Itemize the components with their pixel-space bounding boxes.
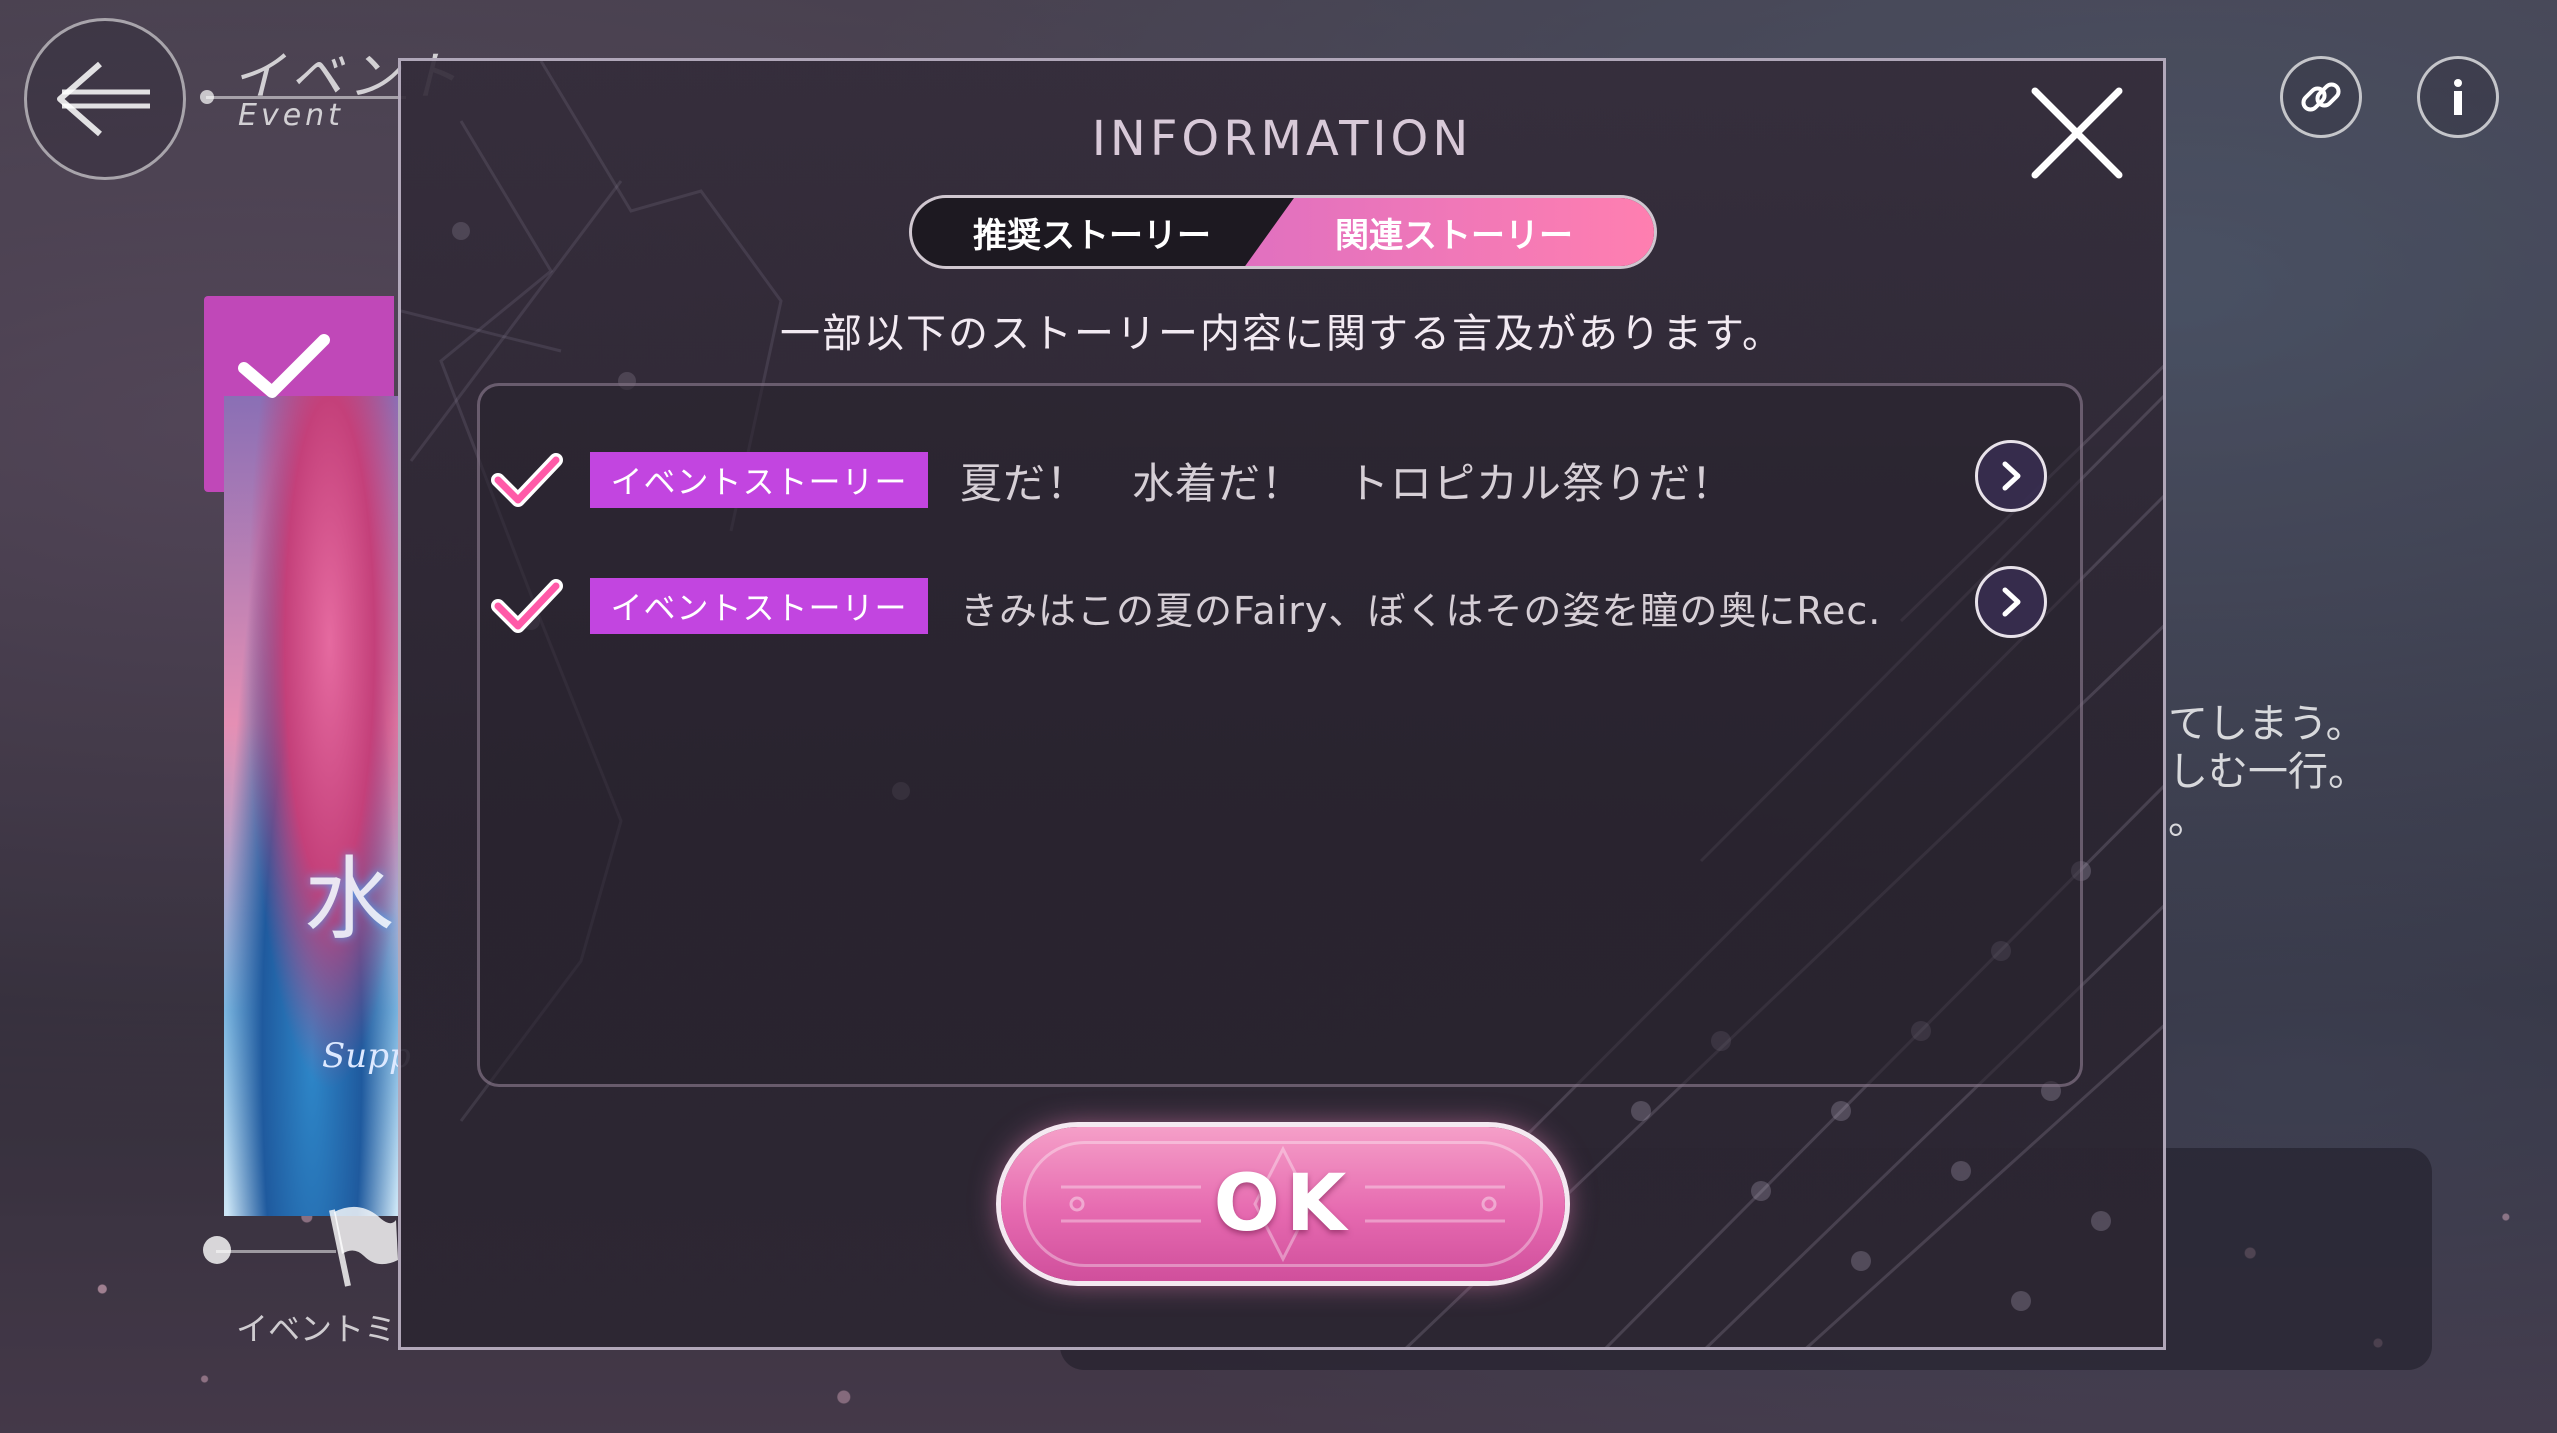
- story-type-badge: イベントストーリー: [590, 578, 928, 634]
- info-icon: [2454, 79, 2462, 115]
- story-title: きみはこの夏のFairy、ぼくはその姿を瞳の奥にRec.: [960, 589, 1882, 633]
- page-subtitle: Event: [238, 98, 344, 133]
- event-menu-label[interactable]: イベントミ: [236, 1304, 396, 1350]
- close-button[interactable]: [2027, 83, 2127, 183]
- story-title: 夏だ！ 水着だ！ トロピカル祭りだ！: [960, 459, 1735, 508]
- modal-title: INFORMATION: [1091, 111, 1473, 167]
- story-type-badge: イベントストーリー: [590, 452, 928, 508]
- ok-button[interactable]: OK: [1001, 1127, 1565, 1281]
- check-icon: [238, 334, 330, 398]
- back-button[interactable]: [24, 18, 186, 180]
- story-card[interactable]: 水 Supp: [204, 296, 411, 1216]
- open-story-button[interactable]: [1975, 566, 2047, 638]
- list-item: イベントストーリー きみはこの夏のFairy、ぼくはその姿を瞳の奥にRec.: [480, 566, 2080, 648]
- open-story-button[interactable]: [1975, 440, 2047, 512]
- chevron-right-icon: [2002, 461, 2021, 491]
- ok-button-label: OK: [1213, 1159, 1353, 1249]
- chevron-right-icon: [2002, 587, 2021, 617]
- close-icon: [2031, 87, 2123, 179]
- card-logo-text: 水: [304, 847, 394, 952]
- spoiler-notice: 一部以下のストーリー内容に関する言及があります。: [780, 311, 1784, 357]
- information-modal: INFORMATION 推奨ストーリー 関連ストーリー 一部以下のストーリー内容…: [398, 58, 2166, 1350]
- card-artwork: [224, 396, 400, 1216]
- back-arrow-icon: [57, 61, 150, 137]
- link-icon: [2301, 82, 2341, 112]
- story-tabs: 推奨ストーリー 関連ストーリー: [909, 195, 1657, 269]
- list-item: イベントストーリー 夏だ！ 水着だ！ トロピカル祭りだ！: [480, 440, 2080, 522]
- event-menu-dot: [203, 1236, 231, 1264]
- tab-related-stories[interactable]: 関連ストーリー: [1254, 198, 1654, 266]
- story-list: イベントストーリー 夏だ！ 水着だ！ トロピカル祭りだ！ イベントストーリー き…: [477, 383, 2083, 1087]
- check-icon: [491, 453, 563, 507]
- info-button[interactable]: [2417, 56, 2499, 138]
- tab-recommended-stories[interactable]: 推奨ストーリー: [912, 198, 1272, 266]
- check-icon: [491, 579, 563, 633]
- flag-icon[interactable]: [318, 1200, 398, 1290]
- link-button[interactable]: [2280, 56, 2362, 138]
- background-text: てしまう。 しむ一行。 。: [2168, 701, 2368, 843]
